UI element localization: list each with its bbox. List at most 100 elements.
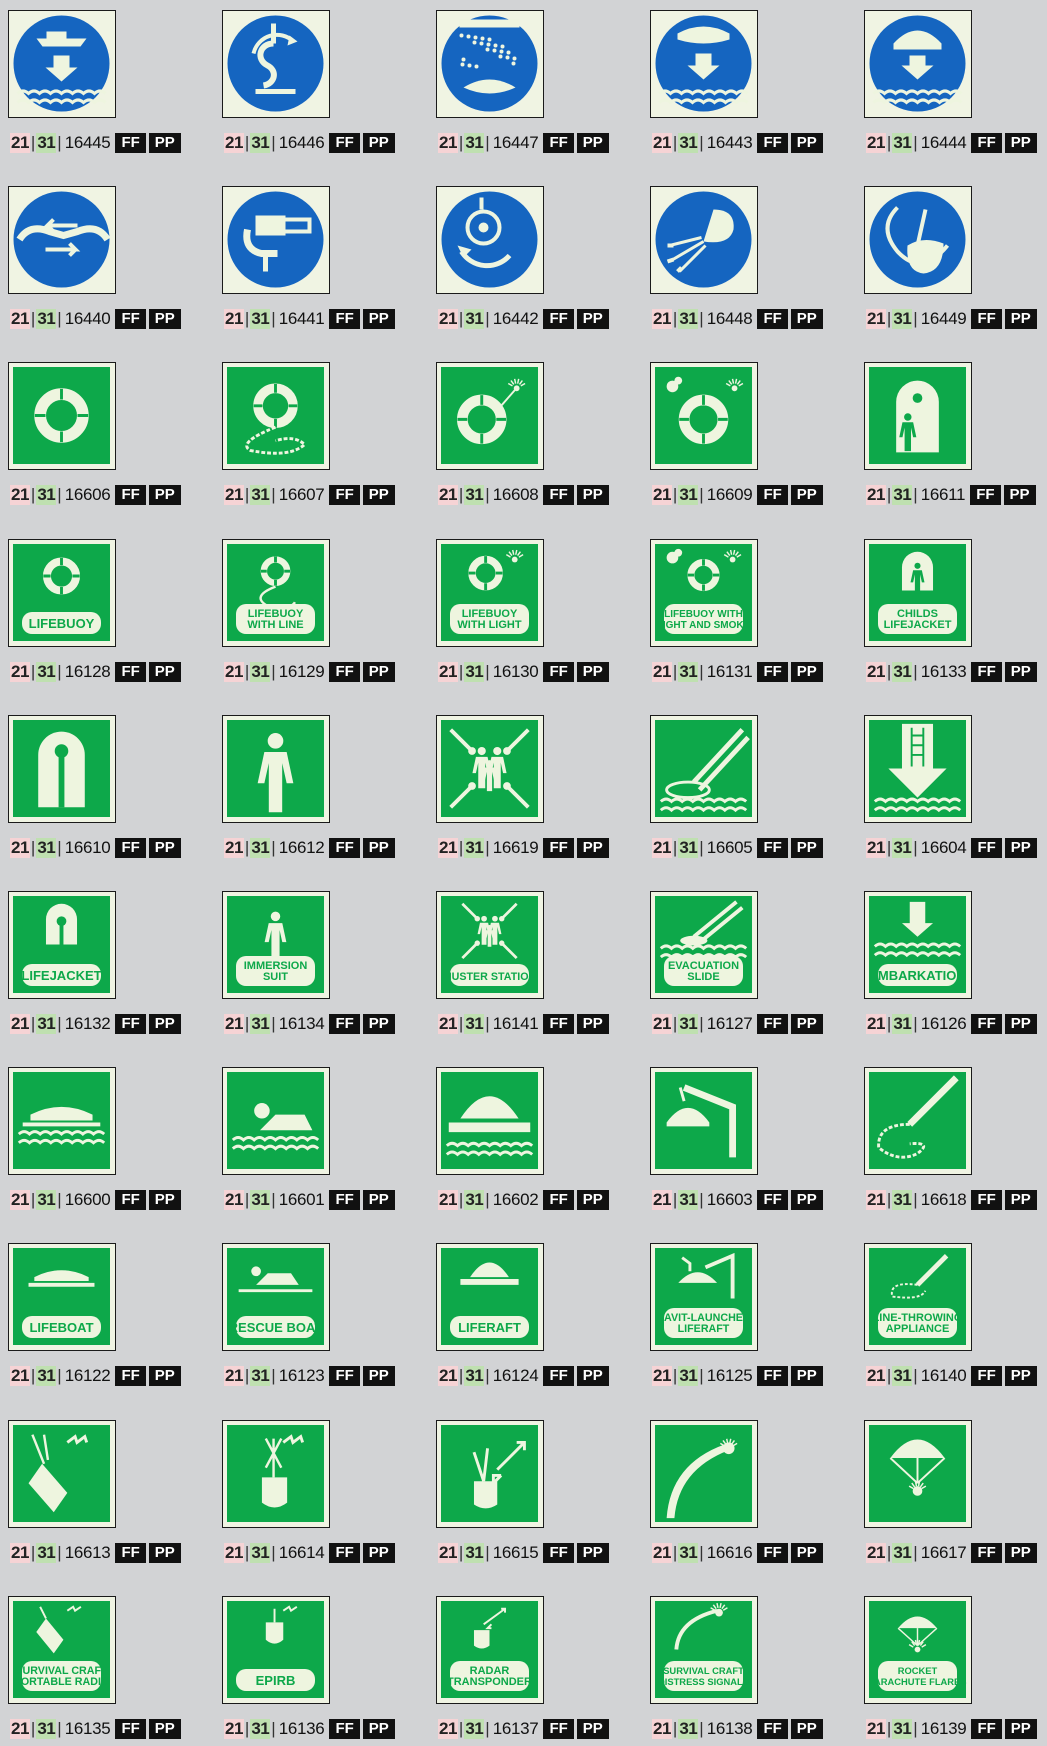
sign-entry[interactable]: 21 | 31 | 16611 FF PP [856,352,1046,512]
parachute-flare-icon [869,1425,966,1522]
sign-entry[interactable]: EMBARKATION 21 | 31 | 16126 FF PP [856,881,1046,1041]
sign-entry[interactable]: EPIRB 21 | 31 | 16136 FF PP [214,1586,404,1746]
sign-entry[interactable]: 21 | 31 | 16442 FF PP [428,176,618,336]
product-code-line: 21 | 31 | 16613 FF PP [10,1543,181,1563]
code-prefix-21: 21 [438,1366,458,1386]
sign-catalog-grid: 21 | 31 | 16445 FF PP 21 | 31 | 16446 FF PP 21 | 31 | 164… [0,0,1047,1739]
code-prefix-21: 21 [224,1190,244,1210]
sign-entry[interactable]: LIFERAFT 21 | 31 | 16124 FF PP [428,1233,618,1393]
sign-entry[interactable]: RADAR TRANSPONDER 21 | 31 | 16137 FF PP [428,1586,618,1746]
sign-entry[interactable]: 21 | 31 | 16601 FF PP [214,1057,404,1217]
sign-entry[interactable]: 21 | 31 | 16448 FF PP [642,176,832,336]
sign-entry[interactable]: EVACUATION SLIDE 21 | 31 | 16127 FF PP [642,881,832,1041]
product-code-line: 21 | 31 | 16617 FF PP [866,1543,1037,1563]
sign-entry[interactable]: 21 | 31 | 16617 FF PP [856,1410,1046,1570]
product-code-line: 21 | 31 | 16604 FF PP [866,838,1037,858]
mandatory-sign [864,10,972,118]
material-tag-pp: PP [1004,1366,1037,1386]
code-prefix-21: 21 [224,133,244,153]
safe-condition-sign [8,1067,116,1175]
sign-entry[interactable]: LIFEBOAT 21 | 31 | 16122 FF PP [0,1233,190,1393]
sign-entry[interactable]: 21 | 31 | 16618 FF PP [856,1057,1046,1217]
safe-condition-sign [650,362,758,470]
code-prefix-31: 31 [892,309,913,329]
sign-entry[interactable]: 21 | 31 | 16619 FF PP [428,705,618,865]
sign-entry[interactable]: 21 | 31 | 16606 FF PP [0,352,190,512]
launch-davit-liferaft-icon [869,15,966,112]
code-prefix-31: 31 [464,1014,485,1034]
mandatory-sign [864,186,972,294]
material-tag-ff: FF [115,1366,146,1386]
sign-entry[interactable]: SURVIVAL CRAFT DISTRESS SIGNALS 21 | 31 | 1613… [642,1586,832,1746]
sign-entry[interactable]: 21 | 31 | 16616 FF PP [642,1410,832,1570]
sign-entry[interactable]: CHILDS LIFEJACKET 21 | 31 | 16133 FF PP [856,529,1046,689]
material-tag-pp: PP [790,485,823,505]
sign-entry[interactable]: 21 | 31 | 16615 FF PP [428,1410,618,1570]
sign-entry[interactable]: LIFEBUOY WITH LINE 21 | 31 | 16129 FF PP [214,529,404,689]
sign-entry[interactable]: 21 | 31 | 16447 FF PP [428,0,618,160]
sign-entry[interactable]: 21 | 31 | 16604 FF PP [856,705,1046,865]
code-prefix-31: 31 [678,838,699,858]
sign-entry[interactable]: IMMERSION SUIT 21 | 31 | 16134 FF PP [214,881,404,1041]
sign-entry[interactable]: LIFEJACKET 21 | 31 | 16132 FF PP [0,881,190,1041]
sign-entry[interactable]: SURVIVAL CRAFT PORTABLE RADIO 21 | 31 | 16135 F… [0,1586,190,1746]
product-number: 16445 [64,133,111,152]
sign-entry[interactable]: 21 | 31 | 16445 FF PP [0,0,190,160]
sign-entry[interactable]: LINE-THROWING APPLIANCE 21 | 31 | 16140 FF PP [856,1233,1046,1393]
product-number: 16600 [64,1190,111,1209]
code-prefix-31: 31 [892,1366,913,1386]
launch-boat-icon [13,15,110,112]
sign-entry[interactable]: 21 | 31 | 16605 FF PP [642,705,832,865]
code-prefix-21: 21 [224,662,244,682]
safe-condition-sign [222,715,330,823]
sign-entry[interactable]: ROCKET PARACHUTE FLARES 21 | 31 | 16139 FF PP [856,1586,1046,1746]
sign-entry[interactable]: LIFEBUOY 21 | 31 | 16128 FF PP [0,529,190,689]
code-prefix-21: 21 [438,838,458,858]
safe-condition-sign: LIFEBUOY WITH LIGHT AND SMOKE [650,539,758,647]
product-number: 16610 [64,838,111,857]
sign-entry[interactable]: 21 | 31 | 16449 FF PP [856,176,1046,336]
sign-entry[interactable]: DAVIT-LAUNCHED LIFERAFT 21 | 31 | 16125 FF PP [642,1233,832,1393]
sign-entry[interactable]: 21 | 31 | 16603 FF PP [642,1057,832,1217]
sign-entry[interactable]: MUSTER STATION 21 | 31 | 16141 FF PP [428,881,618,1041]
sign-entry[interactable]: 21 | 31 | 16607 FF PP [214,352,404,512]
sign-label: LIFEBUOY [22,612,101,634]
sign-entry[interactable]: LIFEBUOY WITH LIGHT AND SMOKE 21 | 31 | 16131 F… [642,529,832,689]
sign-entry[interactable]: 21 | 31 | 16440 FF PP [0,176,190,336]
sign-entry[interactable]: 21 | 31 | 16602 FF PP [428,1057,618,1217]
line-throwing-icon [869,1072,966,1169]
material-tag-pp: PP [576,1543,609,1563]
epirb-icon [227,1425,324,1522]
sign-entry[interactable]: 21 | 31 | 16614 FF PP [214,1410,404,1570]
sign-entry[interactable]: LIFEBUOY WITH LIGHT 21 | 31 | 16130 FF PP [428,529,618,689]
lifebuoy-light-smoke-icon: LIFEBUOY WITHLIGHT AND SMOKE [655,544,752,641]
material-tag-ff: FF [329,1190,360,1210]
liferaft-icon: LIFERAFT [441,1248,538,1345]
sign-entry[interactable]: 21 | 31 | 16608 FF PP [428,352,618,512]
material-tag-ff: FF [543,309,574,329]
code-prefix-21: 21 [652,1190,672,1210]
sign-entry[interactable]: 21 | 31 | 16600 FF PP [0,1057,190,1217]
product-number: 16132 [64,1014,111,1033]
sign-label: LIFEBUOYWITH LINE [236,604,315,634]
code-prefix-31: 31 [892,1719,913,1739]
sign-label: CHILDSLIFEJACKET [878,604,957,634]
sign-entry[interactable]: 21 | 31 | 16446 FF PP [214,0,404,160]
code-prefix-21: 21 [438,1014,458,1034]
mandatory-sign [222,10,330,118]
sign-entry[interactable]: 21 | 31 | 16612 FF PP [214,705,404,865]
material-tag-pp: PP [1003,485,1036,505]
material-tag-pp: PP [1004,309,1037,329]
sign-entry[interactable]: 21 | 31 | 16444 FF PP [856,0,1046,160]
sign-entry[interactable]: 21 | 31 | 16443 FF PP [642,0,832,160]
code-prefix-31: 31 [36,1719,57,1739]
sign-entry[interactable]: 21 | 31 | 16441 FF PP [214,176,404,336]
product-code-line: 21 | 31 | 16126 FF PP [866,1014,1037,1034]
sign-entry[interactable]: 21 | 31 | 16613 FF PP [0,1410,190,1570]
sign-label: EPIRB [236,1669,315,1691]
code-prefix-31: 31 [36,1014,57,1034]
sign-entry[interactable]: 21 | 31 | 16610 FF PP [0,705,190,865]
sign-entry[interactable]: RESCUE BOAT 21 | 31 | 16123 FF PP [214,1233,404,1393]
sign-entry[interactable]: 21 | 31 | 16609 FF PP [642,352,832,512]
distress-signal-icon: SURVIVAL CRAFTDISTRESS SIGNALS [655,1601,752,1698]
